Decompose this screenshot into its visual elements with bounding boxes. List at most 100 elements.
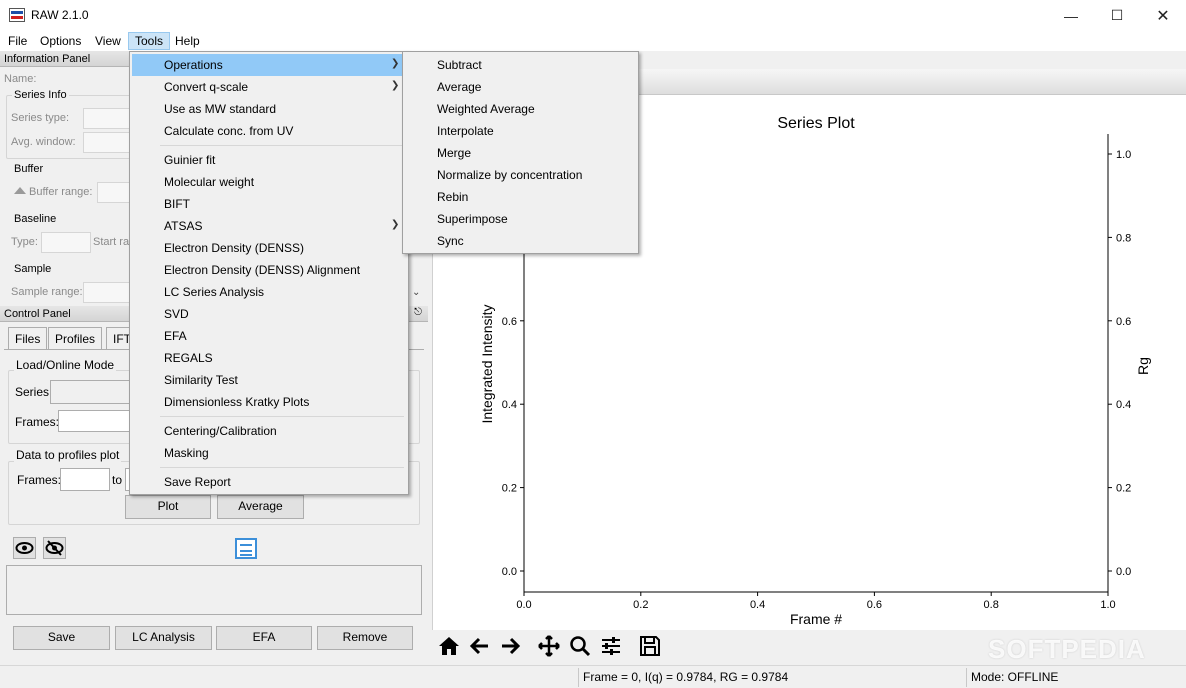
menu-help[interactable]: Help: [169, 32, 206, 50]
y2-tick-label: 0.6: [1116, 316, 1131, 328]
menu-item-label: Sync: [437, 234, 464, 248]
menu-item-molecular-weight[interactable]: Molecular weight: [132, 171, 406, 193]
series-info-title: Series Info: [12, 89, 69, 101]
menu-item-regals[interactable]: REGALS: [132, 347, 406, 369]
menu-item-label: Calculate conc. from UV: [164, 124, 294, 138]
configure-subplots-icon[interactable]: [599, 634, 623, 658]
save-button[interactable]: Save: [13, 626, 110, 650]
menu-item-save-report[interactable]: Save Report: [132, 471, 406, 493]
menu-item-label: Dimensionless Kratky Plots: [164, 395, 310, 409]
show-icon[interactable]: [13, 537, 36, 559]
menu-item-efa[interactable]: EFA: [132, 325, 406, 347]
buffer-title: Buffer: [12, 163, 46, 175]
menu-item-denss-alignment[interactable]: Electron Density (DENSS) Alignment: [132, 259, 406, 281]
baseline-type-field: [41, 232, 91, 253]
series-type-label: Series type:: [11, 112, 70, 124]
menu-item-lc-series-analysis[interactable]: LC Series Analysis: [132, 281, 406, 303]
maximize-icon[interactable]: ☐: [1094, 0, 1140, 31]
frames-start-input[interactable]: [60, 468, 110, 491]
menu-item-label: BIFT: [164, 197, 190, 211]
menu-item-similarity-test[interactable]: Similarity Test: [132, 369, 406, 391]
efa-button[interactable]: EFA: [216, 626, 312, 650]
series-select[interactable]: [50, 380, 130, 404]
y2-tick-label: 0.2: [1116, 483, 1131, 495]
menu-item-label: Subtract: [437, 58, 482, 72]
menu-item-denss[interactable]: Electron Density (DENSS): [132, 237, 406, 259]
save-figure-icon[interactable]: [638, 634, 662, 658]
series-type-field: [83, 108, 133, 129]
x-tick-label: 0.4: [750, 599, 765, 611]
average-button[interactable]: Average: [217, 495, 304, 519]
back-arrow-icon[interactable]: [468, 634, 492, 658]
home-icon[interactable]: [437, 634, 461, 658]
menu-item-convert-q-scale[interactable]: Convert q-scale: [132, 76, 406, 98]
frames-range-label: Frames:: [17, 473, 62, 487]
zoom-icon[interactable]: [568, 634, 592, 658]
chart-title: Series Plot: [777, 115, 855, 132]
x-tick-label: 1.0: [1100, 599, 1115, 611]
menu-item-rebin[interactable]: Rebin: [405, 186, 636, 208]
frames-input[interactable]: [58, 410, 130, 432]
menu-item-label: Centering/Calibration: [164, 424, 277, 438]
menu-item-centering-calibration[interactable]: Centering/Calibration: [132, 420, 406, 442]
menu-item-normalize[interactable]: Normalize by concentration: [405, 164, 636, 186]
tab-files[interactable]: Files: [8, 327, 48, 349]
close-icon[interactable]: ✕: [1140, 0, 1186, 31]
plot-button[interactable]: Plot: [125, 495, 211, 519]
pin-icon[interactable]: ⎋: [414, 307, 422, 318]
menu-item-subtract[interactable]: Subtract: [405, 54, 636, 76]
status-separator: [966, 668, 967, 687]
menu-options[interactable]: Options: [34, 32, 87, 50]
menu-item-label: Molecular weight: [164, 175, 255, 189]
menu-item-calc-conc-uv[interactable]: Calculate conc. from UV: [132, 120, 406, 142]
menu-item-sync[interactable]: Sync: [405, 230, 636, 252]
menu-item-superimpose[interactable]: Superimpose: [405, 208, 636, 230]
menu-item-bift[interactable]: BIFT: [132, 193, 406, 215]
y-tick-label: 0.2: [502, 483, 517, 495]
menu-item-label: Guinier fit: [164, 153, 216, 167]
buffer-range-field: [97, 182, 133, 203]
scroll-down-icon[interactable]: ⌄: [412, 287, 420, 298]
menu-item-svd[interactable]: SVD: [132, 303, 406, 325]
list-select-icon[interactable]: [235, 538, 257, 559]
minimize-icon[interactable]: —: [1048, 0, 1094, 31]
remove-button[interactable]: Remove: [317, 626, 413, 650]
sample-title: Sample: [12, 263, 54, 275]
hide-icon[interactable]: [43, 537, 66, 559]
menu-item-weighted-average[interactable]: Weighted Average: [405, 98, 636, 120]
menu-item-atsas[interactable]: ATSAS: [132, 215, 406, 237]
menu-item-mw-standard[interactable]: Use as MW standard: [132, 98, 406, 120]
menu-view[interactable]: View: [89, 32, 127, 50]
lc-analysis-button[interactable]: LC Analysis: [115, 626, 212, 650]
menu-separator: [160, 416, 404, 417]
status-bar: Frame = 0, I(q) = 0.9784, RG = 0.9784 Mo…: [0, 665, 1186, 688]
x-tick-label: 0.0: [516, 599, 531, 611]
menu-separator: [160, 145, 404, 146]
menu-item-label: Interpolate: [437, 124, 494, 138]
menu-item-merge[interactable]: Merge: [405, 142, 636, 164]
pan-icon[interactable]: [537, 634, 561, 658]
menu-item-label: Operations: [164, 58, 223, 72]
menu-item-kratky-plots[interactable]: Dimensionless Kratky Plots: [132, 391, 406, 413]
sample-range-label: Sample range:: [11, 286, 83, 298]
menu-item-guinier-fit[interactable]: Guinier fit: [132, 149, 406, 171]
menu-item-average[interactable]: Average: [405, 76, 636, 98]
baseline-start-label: Start ra: [93, 236, 130, 248]
tab-profiles[interactable]: Profiles: [48, 327, 103, 349]
menu-item-label: Similarity Test: [164, 373, 238, 387]
status-separator: [578, 668, 579, 687]
menu-tools[interactable]: Tools: [128, 32, 171, 50]
collapse-triangle-icon[interactable]: [14, 187, 26, 194]
menu-item-masking[interactable]: Masking: [132, 442, 406, 464]
menu-file[interactable]: File: [2, 32, 33, 50]
menu-item-label: Average: [437, 80, 482, 94]
forward-arrow-icon[interactable]: [498, 634, 522, 658]
status-readout: Frame = 0, I(q) = 0.9784, RG = 0.9784: [583, 670, 789, 684]
menu-item-interpolate[interactable]: Interpolate: [405, 120, 636, 142]
menu-bar: File Options View Tools Help: [0, 31, 1186, 51]
y2-tick-label: 0.4: [1116, 399, 1131, 411]
submenu-arrow-icon: ❯: [391, 219, 400, 230]
menu-item-operations[interactable]: Operations: [132, 54, 406, 76]
file-list-box[interactable]: [6, 565, 422, 615]
menu-item-label: EFA: [164, 329, 187, 343]
